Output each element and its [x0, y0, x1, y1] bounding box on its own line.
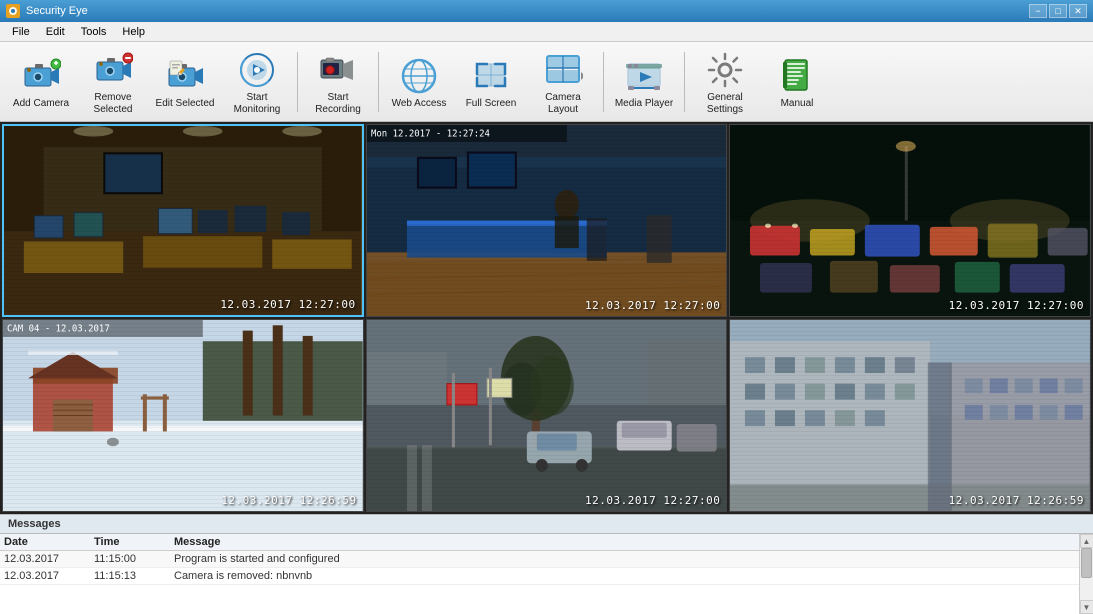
toolbar-sep-2 — [378, 52, 379, 112]
msg-date-2: 12.03.2017 — [4, 570, 94, 582]
camera-timestamp-3: 12.03.2017 12:27:00 — [949, 299, 1084, 312]
camera-feed-4: CAM 04 - 12.03.2017 12.03.2017 12:26:59 — [3, 320, 363, 511]
window-title: Security Eye — [26, 5, 88, 17]
feed-overlay-3 — [730, 125, 1090, 316]
msg-date-1: 12.03.2017 — [4, 553, 94, 565]
toolbar-sep-4 — [684, 52, 685, 112]
msg-time-2: 11:15:13 — [94, 570, 174, 582]
msg-time-1: 11:15:00 — [94, 553, 174, 565]
manual-label: Manual — [781, 98, 814, 110]
camera-timestamp-4: 12.03.2017 12:26:59 — [221, 494, 356, 507]
remove-camera-icon — [93, 50, 133, 90]
messages-content: Date Time Message 12.03.2017 11:15:00 Pr… — [0, 534, 1079, 614]
message-row-1: 12.03.2017 11:15:00 Program is started a… — [0, 551, 1079, 568]
title-bar-controls: − □ ✕ — [1029, 4, 1087, 18]
camera-feed-5: 12.03.2017 12:27:00 — [367, 320, 727, 511]
camera-feed-2: Mon 12.2017 - 12:27:24 12.03.2017 12:27:… — [367, 125, 727, 316]
manual-button[interactable]: Manual — [762, 47, 832, 117]
manual-icon — [777, 56, 817, 96]
fullscreen-icon — [471, 56, 511, 96]
full-screen-button[interactable]: Full Screen — [456, 47, 526, 117]
camera-layout-button[interactable]: Camera Layout — [528, 47, 598, 117]
edit-selected-button[interactable]: Edit Selected — [150, 47, 220, 117]
camera-timestamp-5: 12.03.2017 12:27:00 — [585, 494, 720, 507]
record-icon — [318, 50, 358, 90]
scroll-thumb[interactable] — [1081, 548, 1092, 578]
minimize-button[interactable]: − — [1029, 4, 1047, 18]
feed-overlay-4 — [3, 320, 363, 511]
edit-camera-icon — [165, 56, 205, 96]
start-monitoring-button[interactable]: Start Monitoring — [222, 47, 292, 117]
general-settings-label: General Settings — [693, 92, 757, 116]
start-recording-button[interactable]: Start Recording — [303, 47, 373, 117]
edit-selected-label: Edit Selected — [156, 98, 215, 110]
media-player-label: Media Player — [615, 98, 673, 110]
camera-timestamp-2: 12.03.2017 12:27:00 — [585, 299, 720, 312]
camera-cell-6[interactable]: 12.03.2017 12:26:59 — [729, 319, 1091, 512]
col-time: Time — [94, 536, 174, 548]
menu-help[interactable]: Help — [114, 24, 153, 40]
scroll-track[interactable] — [1080, 548, 1093, 600]
camera-cell-3[interactable]: 12.03.2017 12:27:00 — [729, 124, 1091, 317]
messages-body: Date Time Message 12.03.2017 11:15:00 Pr… — [0, 534, 1093, 614]
title-bar-left: Security Eye — [6, 4, 88, 18]
general-settings-button[interactable]: General Settings — [690, 47, 760, 117]
messages-panel: Messages Date Time Message 12.03.2017 11… — [0, 514, 1093, 614]
settings-icon — [705, 50, 745, 90]
toolbar-sep-3 — [603, 52, 604, 112]
camera-cell-1[interactable]: 12.03.2017 12:27:00 — [2, 124, 364, 317]
media-player-button[interactable]: Media Player — [609, 47, 679, 117]
remove-selected-label: Remove Selected — [81, 92, 145, 116]
col-date: Date — [4, 536, 94, 548]
camera-cell-5[interactable]: 12.03.2017 12:27:00 — [366, 319, 728, 512]
add-camera-button[interactable]: Add Camera — [6, 47, 76, 117]
feed-overlay-6 — [730, 320, 1090, 511]
web-access-label: Web Access — [392, 98, 447, 110]
camera-timestamp-6: 12.03.2017 12:26:59 — [949, 494, 1084, 507]
add-camera-label: Add Camera — [13, 98, 69, 110]
msg-text-2: Camera is removed: nbnvnb — [174, 570, 1075, 582]
scroll-down-arrow[interactable]: ▼ — [1080, 600, 1093, 614]
menu-edit[interactable]: Edit — [38, 24, 73, 40]
feed-overlay-1 — [4, 126, 362, 315]
media-player-icon — [624, 56, 664, 96]
camera-feed-3: 12.03.2017 12:27:00 — [730, 125, 1090, 316]
feed-overlay-5 — [367, 320, 727, 511]
title-bar: Security Eye − □ ✕ — [0, 0, 1093, 22]
monitoring-icon — [237, 50, 277, 90]
toolbar-sep-1 — [297, 52, 298, 112]
remove-selected-button[interactable]: Remove Selected — [78, 47, 148, 117]
camera-cell-2[interactable]: Mon 12.2017 - 12:27:24 12.03.2017 12:27:… — [366, 124, 728, 317]
menu-file[interactable]: File — [4, 24, 38, 40]
maximize-button[interactable]: □ — [1049, 4, 1067, 18]
message-row-2: 12.03.2017 11:15:13 Camera is removed: n… — [0, 568, 1079, 585]
full-screen-label: Full Screen — [466, 98, 517, 110]
camera-cell-4[interactable]: CAM 04 - 12.03.2017 12.03.2017 12:26:59 — [2, 319, 364, 512]
menu-bar: File Edit Tools Help — [0, 22, 1093, 42]
messages-scrollbar[interactable]: ▲ ▼ — [1079, 534, 1093, 614]
start-monitoring-label: Start Monitoring — [225, 92, 289, 116]
messages-column-headers: Date Time Message — [0, 534, 1079, 551]
start-recording-label: Start Recording — [306, 92, 370, 116]
messages-header: Messages — [0, 515, 1093, 534]
app-icon — [6, 4, 20, 18]
web-access-button[interactable]: Web Access — [384, 47, 454, 117]
scroll-up-arrow[interactable]: ▲ — [1080, 534, 1093, 548]
toolbar: Add Camera Remove Selected — [0, 42, 1093, 122]
camera-feed-1: 12.03.2017 12:27:00 — [4, 126, 362, 315]
col-message: Message — [174, 536, 1075, 548]
msg-text-1: Program is started and configured — [174, 553, 1075, 565]
feed-overlay-2 — [367, 125, 727, 316]
web-icon — [399, 56, 439, 96]
add-camera-icon — [21, 56, 61, 96]
layout-icon — [543, 50, 583, 90]
camera-timestamp-1: 12.03.2017 12:27:00 — [220, 298, 355, 311]
camera-feed-6: 12.03.2017 12:26:59 — [730, 320, 1090, 511]
menu-tools[interactable]: Tools — [73, 24, 115, 40]
camera-grid: 12.03.2017 12:27:00 — [0, 122, 1093, 514]
close-button[interactable]: ✕ — [1069, 4, 1087, 18]
camera-layout-label: Camera Layout — [531, 92, 595, 116]
